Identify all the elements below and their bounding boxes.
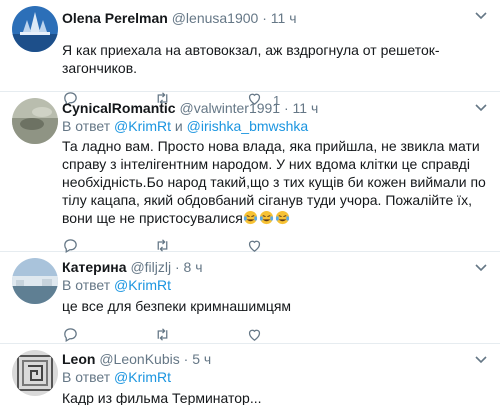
reply-context: В ответ @KrimRt и @irishka_bmwshka: [62, 117, 490, 135]
separator: ·: [283, 100, 289, 116]
reply-context: В ответ @KrimRt: [62, 368, 490, 386]
author-name[interactable]: CynicalRomantic: [62, 100, 176, 116]
reply-prefix: В ответ: [62, 277, 111, 293]
author-name[interactable]: Olena Perelman: [62, 10, 168, 26]
author-handle[interactable]: @filjzlj: [130, 259, 171, 275]
heart-icon: [246, 326, 263, 346]
author-handle[interactable]: @LeonKubis: [99, 351, 179, 367]
mention-link[interactable]: @KrimRt: [114, 118, 171, 134]
tweet-header: CynicalRomantic @valwinter1991 · 11 ч: [62, 99, 490, 117]
separator: ·: [183, 351, 189, 367]
timestamp[interactable]: 11 ч: [271, 10, 297, 26]
author-handle[interactable]: @valwinter1991: [179, 100, 280, 116]
reply-button[interactable]: [62, 326, 154, 346]
reply-icon: [62, 326, 79, 346]
chevron-down-icon[interactable]: [474, 8, 488, 22]
avatar[interactable]: [12, 258, 58, 304]
reply-prefix: В ответ: [62, 118, 111, 134]
tweet-text: це все для безпеки кримнашимцям: [62, 298, 292, 314]
chevron-down-icon[interactable]: [474, 260, 488, 274]
separator: ·: [174, 259, 180, 275]
avatar[interactable]: [12, 98, 58, 144]
tweet[interactable]: Катерина @filjzlj · 8 ч В ответ @KrimRt …: [0, 252, 500, 344]
retweet-button[interactable]: [154, 326, 246, 346]
tweet-header: Leon @LeonKubis · 5 ч: [62, 350, 490, 368]
tweet[interactable]: Olena Perelman @lenusa1900 · 11 ч Я как …: [0, 0, 500, 108]
reply-joiner: и: [174, 118, 183, 134]
like-button[interactable]: [246, 326, 338, 346]
author-handle[interactable]: @lenusa1900: [172, 10, 259, 26]
avatar[interactable]: [12, 350, 58, 396]
timestamp[interactable]: 5 ч: [192, 351, 211, 367]
chevron-down-icon[interactable]: [474, 100, 488, 114]
author-name[interactable]: Катерина: [62, 259, 127, 275]
tears-of-joy-emoji: [243, 210, 257, 225]
author-name[interactable]: Leon: [62, 351, 95, 367]
tweet-text: Кадр из фильма Терминатор...: [62, 390, 262, 405]
tweet-text: Та ладно вам. Просто нова влада, яка при…: [62, 137, 490, 227]
tweet[interactable]: Leon @LeonKubis · 5 ч В ответ @KrimRt Ка…: [0, 344, 500, 405]
tweet-header: Катерина @filjzlj · 8 ч: [62, 258, 490, 276]
mention-link[interactable]: @irishka_bmwshka: [187, 118, 309, 134]
mention-link[interactable]: @KrimRt: [114, 369, 171, 385]
retweet-icon: [154, 326, 171, 346]
tweet[interactable]: CynicalRomantic @valwinter1991 · 11 ч В …: [0, 92, 500, 254]
separator: ·: [262, 10, 267, 26]
tears-of-joy-emoji: [259, 210, 273, 225]
timestamp[interactable]: 11 ч: [293, 100, 319, 116]
tweet-feed: Olena Perelman @lenusa1900 · 11 ч Я как …: [0, 0, 500, 405]
reply-prefix: В ответ: [62, 369, 111, 385]
avatar[interactable]: [12, 6, 58, 52]
tears-of-joy-emoji: [275, 210, 289, 225]
tweet-header: Olena Perelman @lenusa1900 · 11 ч: [62, 9, 490, 27]
reply-context: В ответ @KrimRt: [62, 276, 490, 294]
timestamp[interactable]: 8 ч: [184, 259, 203, 275]
tweet-text: Я как приехала на автовокзал, аж вздрогн…: [62, 42, 440, 76]
chevron-down-icon[interactable]: [474, 352, 488, 366]
mention-link[interactable]: @KrimRt: [114, 277, 171, 293]
